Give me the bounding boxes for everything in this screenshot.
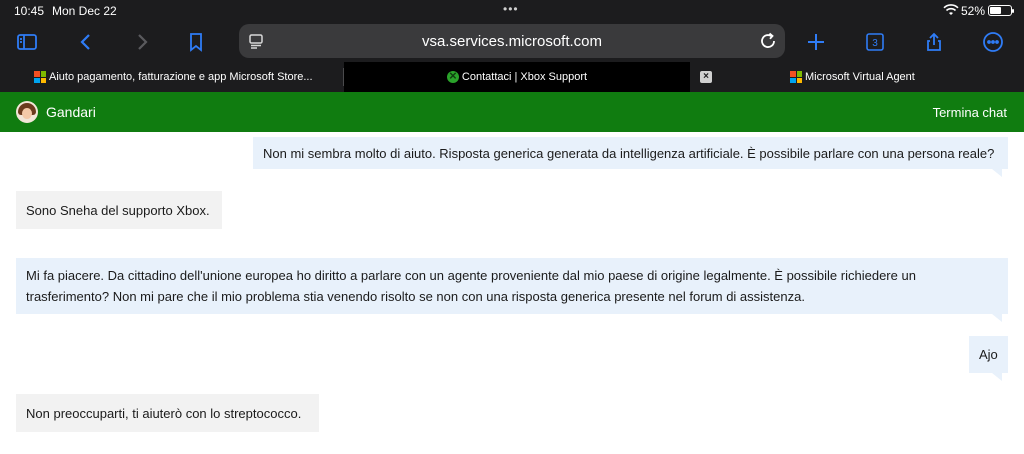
agent-name: Gandari <box>46 104 96 120</box>
status-time: 10:45 <box>14 4 45 18</box>
reload-icon[interactable] <box>757 30 779 52</box>
chevron-right-icon <box>138 34 148 50</box>
chevron-left-icon <box>80 34 90 50</box>
tab-bar: Aiuto pagamento, fatturazione e app Micr… <box>0 62 1024 92</box>
microsoft-logo-icon <box>34 71 46 83</box>
tab-microsoft-store-help[interactable]: Aiuto pagamento, fatturazione e app Micr… <box>34 62 340 92</box>
message-text: Ajo <box>979 347 998 362</box>
multitasking-dots-icon[interactable]: ••• <box>503 2 519 16</box>
chat-message-agent: Non preoccuparti, ti aiuterò con lo stre… <box>16 394 319 432</box>
tab-overview-button[interactable]: 3 <box>861 28 889 56</box>
microsoft-logo-icon <box>790 71 802 83</box>
address-bar[interactable]: vsa.services.microsoft.com <box>239 24 785 58</box>
tab-title: Contattaci | Xbox Support <box>461 71 588 83</box>
share-icon <box>927 32 941 51</box>
battery-percent: 52% <box>961 4 986 18</box>
tab-microsoft-virtual-agent[interactable]: Microsoft Virtual Agent <box>790 62 1010 92</box>
status-date: Mon Dec 22 <box>52 4 117 18</box>
plus-icon <box>808 34 824 50</box>
close-tab-icon[interactable]: × <box>700 71 712 83</box>
back-button[interactable] <box>72 28 100 56</box>
message-text: Non mi sembra molto di aiuto. Risposta g… <box>263 146 995 161</box>
tab-xbox-support[interactable]: Contattaci | Xbox Support <box>344 62 690 92</box>
bookmark-icon <box>190 33 202 52</box>
status-bar: 10:45 Mon Dec 22 ••• 52% <box>0 0 1024 22</box>
chat-message-user: Mi fa piacere. Da cittadino dell'unione … <box>16 258 1008 322</box>
message-text: Sono Sneha del supporto Xbox. <box>26 203 210 218</box>
xbox-logo-icon <box>446 68 459 83</box>
svg-text:3: 3 <box>872 38 878 49</box>
end-chat-button[interactable]: Termina chat <box>933 105 1007 120</box>
browser-toolbar: vsa.services.microsoft.com 3 <box>0 22 1024 62</box>
message-text: Non preoccuparti, ti aiuterò con lo stre… <box>26 406 302 421</box>
tab-title: Microsoft Virtual Agent <box>805 71 915 83</box>
more-button[interactable] <box>979 28 1007 56</box>
message-text: Mi fa piacere. Da cittadino dell'unione … <box>26 268 916 304</box>
ellipsis-circle-icon <box>983 32 1003 52</box>
sidebar-icon <box>17 34 37 50</box>
chat-message-user: Ajo <box>969 336 1008 381</box>
chat-message-agent: Sono Sneha del supporto Xbox. <box>16 191 222 229</box>
tabs-icon: 3 <box>866 33 884 51</box>
bookmarks-button[interactable] <box>182 28 210 56</box>
sidebar-toggle-button[interactable] <box>13 28 41 56</box>
chat-header: Gandari Termina chat <box>0 92 1024 132</box>
url-text: vsa.services.microsoft.com <box>421 33 603 50</box>
agent-avatar <box>16 101 38 123</box>
wifi-icon <box>943 4 959 15</box>
chat-message-user: Non mi sembra molto di aiuto. Risposta g… <box>253 137 1008 177</box>
forward-button[interactable] <box>128 28 156 56</box>
battery-icon <box>988 5 1014 16</box>
tab-title: Aiuto pagamento, fatturazione e app Micr… <box>49 71 313 83</box>
chat-transcript[interactable]: Non mi sembra molto di aiuto. Risposta g… <box>0 132 1024 454</box>
new-tab-button[interactable] <box>802 28 830 56</box>
share-button[interactable] <box>920 28 948 56</box>
